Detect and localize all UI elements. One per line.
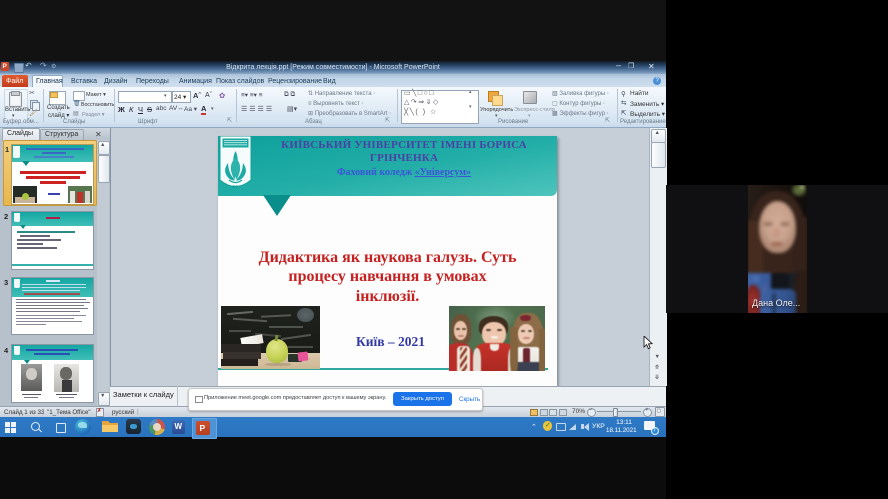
svg-text:КУ: КУ — [232, 184, 239, 189]
